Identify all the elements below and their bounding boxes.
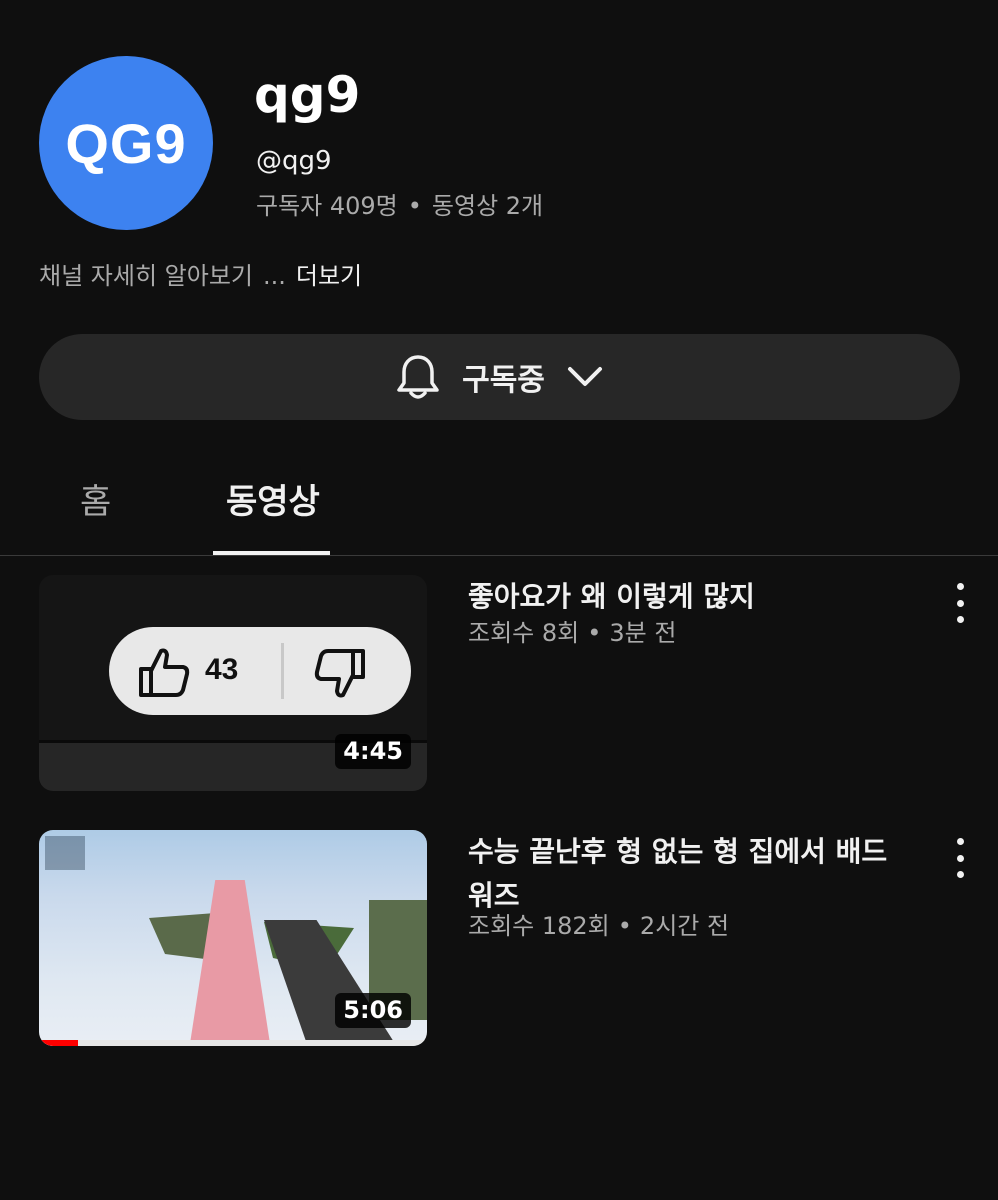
about-more-link[interactable]: 더보기	[296, 264, 362, 288]
video-thumbnail[interactable]: 43 4:45	[39, 575, 427, 791]
video-item: 43 4:45 좋아요가 왜 이렇게 많지 조회수 8회 • 3분 전	[0, 575, 998, 791]
watch-progress-bar	[39, 1040, 78, 1046]
video-title[interactable]: 좋아요가 왜 이렇게 많지	[468, 575, 888, 619]
like-divider	[281, 643, 284, 699]
video-thumbnail[interactable]: 5:06	[39, 830, 427, 1046]
game-hud	[45, 836, 85, 870]
upload-age: 2시간 전	[639, 912, 730, 940]
video-title[interactable]: 수능 끝난후 형 없는 형 집에서 배드워즈	[468, 830, 888, 918]
about-text: 채널 자세히 알아보기	[39, 262, 253, 290]
channel-tabs: 홈 동영상	[0, 458, 998, 556]
upload-age: 3분 전	[609, 619, 677, 647]
subscribe-label: 구독중	[462, 363, 545, 398]
more-options-icon[interactable]	[944, 583, 976, 623]
tab-selected-indicator	[213, 551, 330, 555]
tab-home[interactable]: 홈	[80, 474, 111, 523]
kebab-dot	[956, 871, 964, 878]
video-duration: 5:06	[335, 993, 411, 1028]
video-item: 5:06 수능 끝난후 형 없는 형 집에서 배드워즈 조회수 182회 • 2…	[0, 830, 998, 1046]
video-metadata: 조회수 8회 • 3분 전	[468, 621, 676, 645]
thumbs-down-icon	[314, 649, 365, 698]
channel-about[interactable]: 채널 자세히 알아보기 ... 더보기	[39, 264, 362, 288]
kebab-dot	[956, 854, 964, 862]
kebab-dot	[956, 599, 964, 607]
subscribe-button[interactable]: 구독중	[39, 334, 960, 420]
watch-progress-track	[39, 1040, 427, 1046]
view-count: 조회수 8회	[468, 619, 580, 647]
channel-stats: 구독자 409명 • 동영상 2개	[256, 194, 543, 218]
pink-bridge	[189, 880, 271, 1046]
meta-separator: •	[587, 619, 602, 647]
avatar-logo-text: QG9	[65, 111, 187, 175]
kebab-dot	[956, 583, 964, 590]
stats-separator: •	[407, 192, 422, 220]
channel-avatar[interactable]: QG9	[39, 56, 213, 230]
meta-separator: •	[617, 912, 632, 940]
video-metadata: 조회수 182회 • 2시간 전	[468, 914, 729, 938]
channel-name: qg9	[254, 66, 361, 124]
thumbs-up-icon	[139, 648, 190, 697]
bell-icon	[397, 355, 439, 399]
channel-handle: @qg9	[256, 146, 332, 176]
channel-page: QG9 qg9 @qg9 구독자 409명 • 동영상 2개 채널 자세히 알아…	[0, 0, 998, 1200]
kebab-dot	[956, 616, 964, 623]
thumbnail-like-count: 43	[205, 653, 239, 686]
about-ellipsis: ...	[262, 262, 286, 290]
view-count: 조회수 182회	[468, 912, 610, 940]
more-options-icon[interactable]	[944, 838, 976, 878]
thumbnail-like-pill: 43	[109, 627, 411, 715]
tab-videos[interactable]: 동영상	[226, 474, 320, 523]
kebab-dot	[956, 838, 964, 845]
subscriber-count: 구독자 409명	[256, 192, 398, 220]
video-duration: 4:45	[335, 734, 411, 769]
chevron-down-icon	[567, 367, 602, 386]
video-count: 동영상 2개	[431, 192, 544, 220]
